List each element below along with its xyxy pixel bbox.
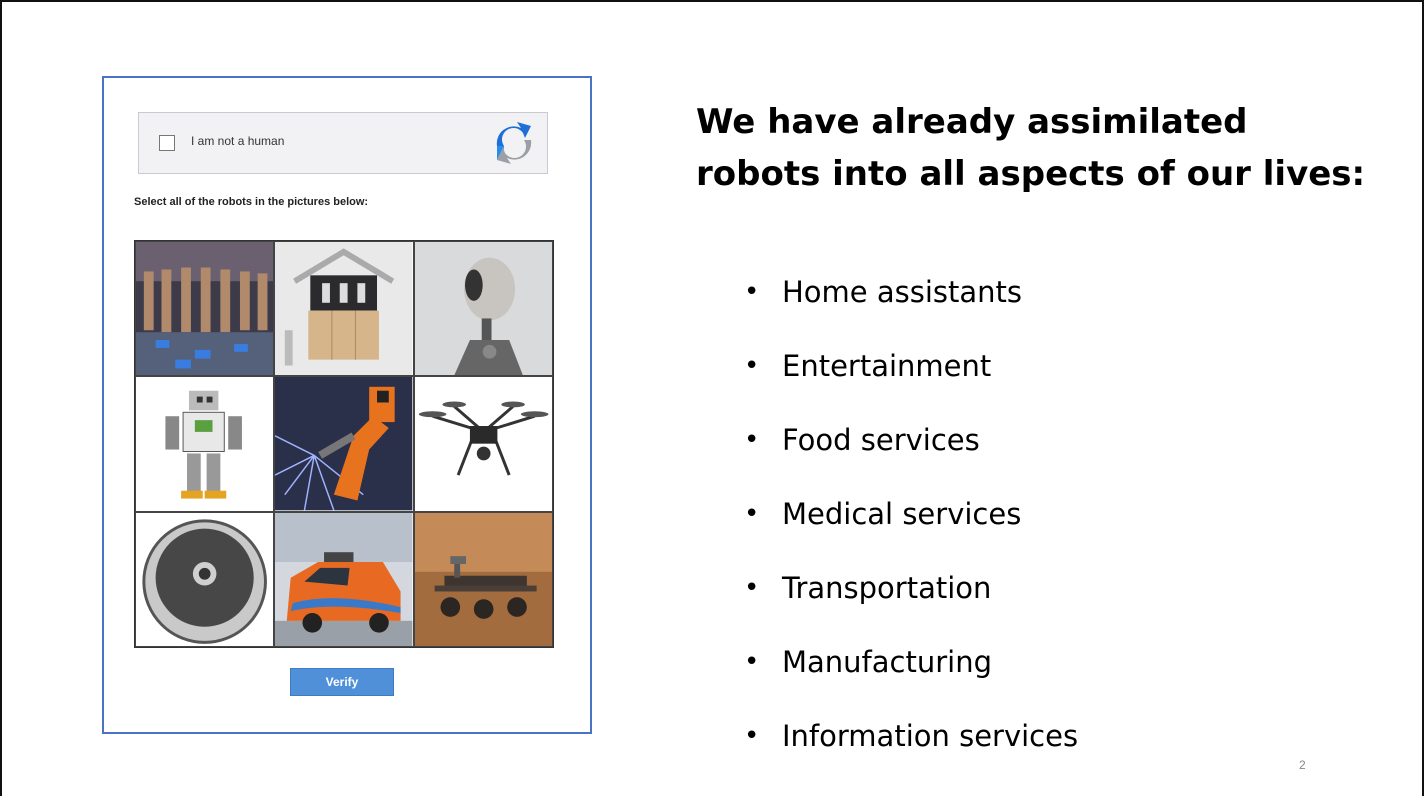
captcha-checkbox[interactable] <box>159 135 175 151</box>
bullet-item: • Medical services <box>744 484 1078 558</box>
bullet-dot-icon: • <box>744 425 760 455</box>
bullet-text: Entertainment <box>782 349 992 383</box>
captcha-checkbox-row: I am not a human <box>138 112 548 174</box>
bullet-dot-icon: • <box>744 721 760 751</box>
tile-robot-vacuum[interactable] <box>135 511 275 647</box>
self-driving-van-image <box>275 512 413 646</box>
drone-image <box>414 377 552 511</box>
page-number: 2 <box>1299 758 1306 772</box>
slide-heading: We have already assimilated robots into … <box>696 96 1396 200</box>
bullet-text: Transportation <box>782 571 992 605</box>
tile-warehouse-robots[interactable] <box>135 241 275 377</box>
humanoid-head-robot-image <box>414 242 552 376</box>
bullet-dot-icon: • <box>744 647 760 677</box>
captcha-checkbox-label: I am not a human <box>191 134 285 148</box>
bullet-dot-icon: • <box>744 573 760 603</box>
bullet-text: Home assistants <box>782 275 1023 309</box>
robot-vacuum-image <box>136 512 274 646</box>
tile-self-driving-van[interactable] <box>274 511 414 647</box>
captcha-image-grid <box>134 240 554 648</box>
tile-toy-humanoid-robot[interactable] <box>135 376 275 512</box>
recaptcha-logo-icon <box>487 116 541 170</box>
bullet-item: • Transportation <box>744 558 1078 632</box>
bullet-text: Food services <box>782 423 980 457</box>
bullet-item: • Home assistants <box>744 262 1078 336</box>
tile-drone[interactable] <box>413 376 553 512</box>
bullet-text: Manufacturing <box>782 645 992 679</box>
tile-welding-robot[interactable] <box>274 376 414 512</box>
bullet-dot-icon: • <box>744 277 760 307</box>
bullet-item: • Food services <box>744 410 1078 484</box>
robotic-arms-booth-image <box>275 242 413 376</box>
bullet-dot-icon: • <box>744 351 760 381</box>
bullet-text: Information services <box>782 719 1079 753</box>
bullet-item: • Entertainment <box>744 336 1078 410</box>
verify-button[interactable]: Verify <box>290 668 394 696</box>
captcha-instruction: Select all of the robots in the pictures… <box>134 196 369 208</box>
tile-robotic-arms-booth[interactable] <box>274 241 414 377</box>
slide-heading-line-2: robots into all aspects of our lives: <box>696 154 1366 194</box>
bullet-text: Medical services <box>782 497 1022 531</box>
captcha-card: I am not a human Select all of the robot… <box>102 76 592 734</box>
mars-rover-image <box>414 512 552 646</box>
bullet-dot-icon: • <box>744 499 760 529</box>
toy-humanoid-robot-image <box>136 377 274 511</box>
welding-robot-image <box>275 377 413 511</box>
bullet-list: • Home assistants • Entertainment • Food se… <box>744 262 1079 780</box>
tile-humanoid-head-robot[interactable] <box>413 241 553 377</box>
tile-mars-rover[interactable] <box>413 511 553 647</box>
bullet-item: • Information services <box>744 706 1079 780</box>
slide-heading-line-1: We have already assimilated <box>696 102 1248 142</box>
warehouse-robots-image <box>136 242 274 376</box>
bullet-item: • Manufacturing <box>744 632 1078 706</box>
